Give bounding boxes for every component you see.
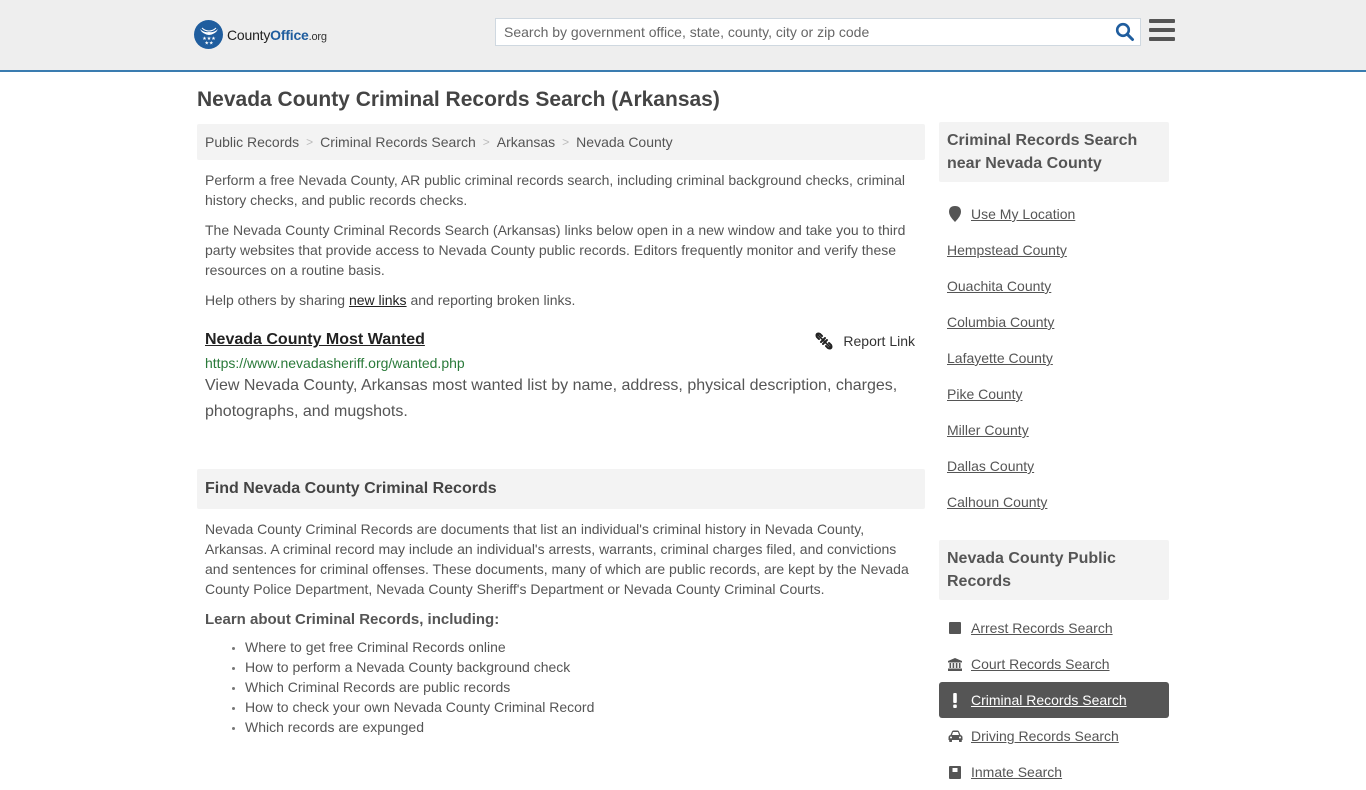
find-records-body: Nevada County Criminal Records are docum… — [205, 521, 909, 597]
county-link[interactable]: Lafayette County — [947, 350, 1053, 366]
county-link[interactable]: Miller County — [947, 422, 1029, 438]
search-input[interactable] — [496, 19, 1110, 45]
court-records-link[interactable]: Court Records Search — [971, 656, 1110, 672]
list-item: Which Criminal Records are public record… — [245, 677, 925, 697]
learn-list: Where to get free Criminal Records onlin… — [197, 637, 925, 737]
site-logo[interactable]: ★★★ ★★ CountyOffice.org — [194, 20, 327, 49]
intro-paragraph: The Nevada County Criminal Records Searc… — [205, 222, 906, 278]
use-my-location-item[interactable]: Use My Location — [939, 196, 1169, 232]
search-icon — [1115, 22, 1134, 41]
sidebar: Criminal Records Search near Nevada Coun… — [939, 122, 1169, 790]
nearby-heading: Criminal Records Search near Nevada Coun… — [939, 122, 1169, 182]
breadcrumb-separator: > — [306, 135, 314, 149]
intro-paragraph: Perform a free Nevada County, AR public … — [205, 172, 906, 208]
sidebar-item-pike-county[interactable]: Pike County — [939, 376, 1169, 412]
breadcrumb-separator: > — [482, 135, 490, 149]
list-item: How to check your own Nevada County Crim… — [245, 697, 925, 717]
sidebar-item-arrest-records[interactable]: Arrest Records Search — [939, 610, 1169, 646]
menu-bar-icon — [1149, 19, 1175, 23]
report-link-button[interactable]: Report Link — [815, 332, 915, 350]
listing-title-link[interactable]: Nevada County Most Wanted — [205, 330, 425, 350]
search-button[interactable] — [1110, 19, 1140, 45]
map-pin-icon — [947, 206, 963, 222]
share-text: Help others by sharing — [205, 292, 349, 308]
public-records-heading: Nevada County Public Records — [939, 540, 1169, 600]
county-link[interactable]: Dallas County — [947, 458, 1034, 474]
sidebar-item-court-records[interactable]: Court Records Search — [939, 646, 1169, 682]
car-icon — [947, 730, 963, 742]
use-my-location-link[interactable]: Use My Location — [971, 206, 1075, 222]
new-links-link[interactable]: new links — [349, 292, 407, 308]
breadcrumb-criminal-records-search[interactable]: Criminal Records Search — [320, 134, 476, 150]
nearby-county-list: Use My Location Hempstead County Ouachit… — [939, 196, 1169, 520]
report-link-label: Report Link — [843, 333, 915, 349]
exclamation-icon — [947, 692, 963, 708]
intro-section: Perform a free Nevada County, AR public … — [197, 170, 925, 310]
listing-url: https://www.nevadasheriff.org/wanted.php — [205, 355, 465, 371]
hamburger-menu-button[interactable] — [1149, 19, 1175, 41]
county-link[interactable]: Ouachita County — [947, 278, 1051, 294]
share-text: and reporting broken links. — [406, 292, 576, 308]
learn-heading: Learn about Criminal Records, including: — [205, 611, 500, 628]
svg-text:★★: ★★ — [204, 40, 213, 46]
breadcrumb-nevada-county[interactable]: Nevada County — [576, 134, 673, 150]
sidebar-item-calhoun-county[interactable]: Calhoun County — [939, 484, 1169, 520]
logo-part-county: County — [227, 26, 271, 43]
page-title: Nevada County Criminal Records Search (A… — [197, 88, 720, 111]
logo-part-tld: .org — [308, 30, 327, 43]
logo-part-office: Office — [270, 26, 309, 43]
sidebar-item-ouachita-county[interactable]: Ouachita County — [939, 268, 1169, 304]
breadcrumb-separator: > — [562, 135, 570, 149]
sidebar-item-hempstead-county[interactable]: Hempstead County — [939, 232, 1169, 268]
arrest-records-link[interactable]: Arrest Records Search — [971, 620, 1113, 636]
criminal-records-link[interactable]: Criminal Records Search — [971, 692, 1127, 708]
inmate-search-link[interactable]: Inmate Search — [971, 764, 1062, 780]
list-item: Where to get free Criminal Records onlin… — [245, 637, 925, 657]
eagle-logo-icon: ★★★ ★★ — [194, 20, 223, 49]
public-records-list: Arrest Records Search Court Records Sear… — [939, 610, 1169, 790]
county-link[interactable]: Pike County — [947, 386, 1022, 402]
menu-bar-icon — [1149, 28, 1175, 32]
search-bar — [495, 18, 1141, 46]
sidebar-item-miller-county[interactable]: Miller County — [939, 412, 1169, 448]
inmate-icon — [947, 765, 963, 779]
courthouse-icon — [947, 657, 963, 671]
resource-listing: Nevada County Most Wanted Report Link ht… — [197, 330, 925, 425]
listing-description: View Nevada County, Arkansas most wanted… — [205, 377, 898, 420]
menu-bar-icon — [1149, 37, 1175, 41]
breadcrumb: Public Records > Criminal Records Search… — [197, 124, 925, 160]
sidebar-item-inmate-search[interactable]: Inmate Search — [939, 754, 1169, 790]
main-content: Public Records > Criminal Records Search… — [197, 124, 925, 737]
county-link[interactable]: Hempstead County — [947, 242, 1067, 258]
logo-wordmark: CountyOffice.org — [227, 27, 327, 43]
sidebar-item-driving-records[interactable]: Driving Records Search — [939, 718, 1169, 754]
square-icon — [947, 622, 963, 634]
broken-link-icon — [815, 332, 833, 350]
county-link[interactable]: Columbia County — [947, 314, 1054, 330]
sidebar-item-columbia-county[interactable]: Columbia County — [939, 304, 1169, 340]
list-item: How to perform a Nevada County backgroun… — [245, 657, 925, 677]
breadcrumb-arkansas[interactable]: Arkansas — [497, 134, 555, 150]
list-item: Which records are expunged — [245, 717, 925, 737]
county-link[interactable]: Calhoun County — [947, 494, 1047, 510]
sidebar-item-criminal-records[interactable]: Criminal Records Search — [939, 682, 1169, 718]
find-records-heading: Find Nevada County Criminal Records — [197, 469, 925, 509]
share-links-paragraph: Help others by sharing new links and rep… — [197, 290, 925, 310]
site-header: ★★★ ★★ CountyOffice.org — [0, 0, 1366, 72]
sidebar-item-dallas-county[interactable]: Dallas County — [939, 448, 1169, 484]
sidebar-item-lafayette-county[interactable]: Lafayette County — [939, 340, 1169, 376]
breadcrumb-public-records[interactable]: Public Records — [205, 134, 299, 150]
driving-records-link[interactable]: Driving Records Search — [971, 728, 1119, 744]
